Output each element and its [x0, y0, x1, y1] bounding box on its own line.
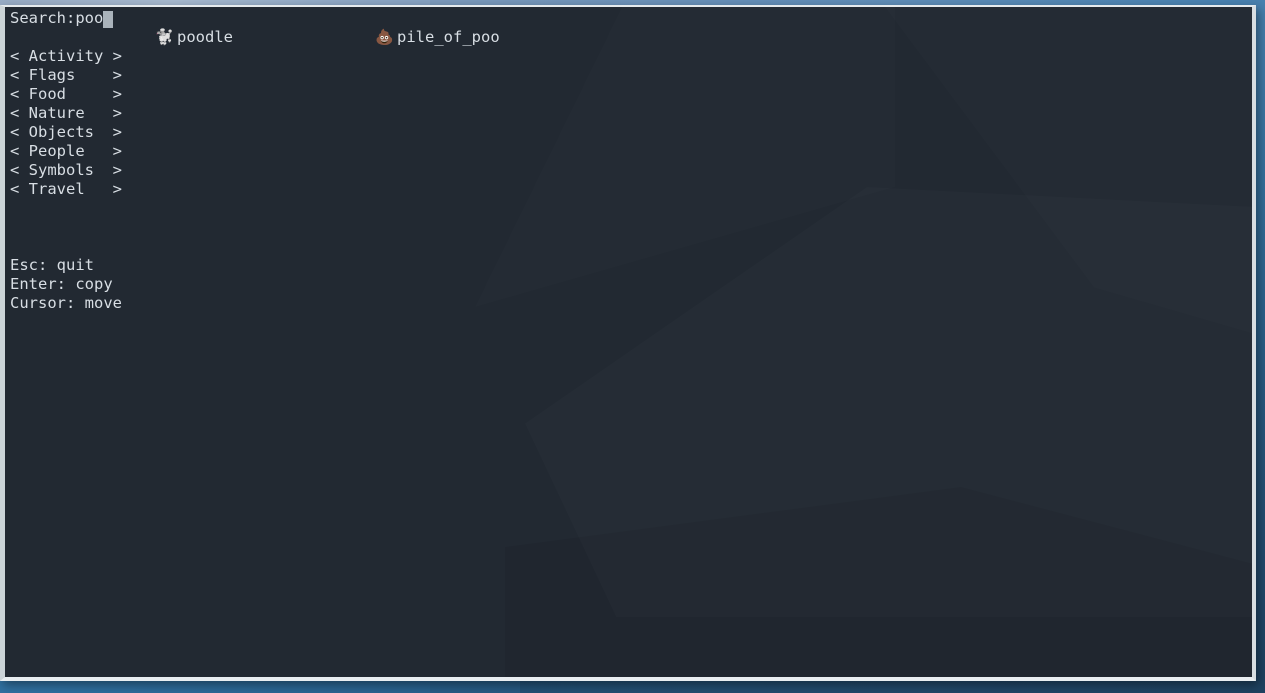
terminal-bg-facet-3 [505, 487, 1252, 677]
search-results-row: 🐩 poodle 💩 pile_of_poo [10, 28, 1252, 47]
help-row-copy: Enter: copy [10, 275, 113, 293]
category-row-flags[interactable]: < Flags > [10, 66, 1252, 85]
category-row-nature[interactable]: < Nature > [10, 104, 1252, 123]
help-row-quit: Esc: quit [10, 256, 94, 274]
search-label: Search: [10, 9, 76, 27]
result-item-pile-of-poo[interactable]: 💩 pile_of_poo [375, 28, 500, 47]
blank-row-2 [10, 218, 1252, 237]
text-cursor [103, 11, 114, 28]
help-row-move: Cursor: move [10, 294, 122, 312]
category-row-objects[interactable]: < Objects > [10, 123, 1252, 142]
keybinding-help: Esc: quit Enter: copy Cursor: move [10, 256, 1252, 313]
category-row-symbols[interactable]: < Symbols > [10, 161, 1252, 180]
search-input[interactable]: poo [75, 9, 103, 28]
terminal-window[interactable]: Search: poo 🐩 poodle 💩 pile_of_poo < Activ… [0, 5, 1256, 681]
pile-of-poo-emoji: 💩 [375, 28, 394, 46]
category-row-travel[interactable]: < Travel > [10, 180, 1252, 199]
search-row[interactable]: Search: poo [10, 9, 1252, 28]
result-item-poodle[interactable]: 🐩 poodle [155, 28, 233, 47]
category-row-food[interactable]: < Food > [10, 85, 1252, 104]
terminal-screen[interactable]: Search: poo 🐩 poodle 💩 pile_of_poo < Activ… [5, 7, 1252, 677]
emoji-picker-tui: Search: poo 🐩 poodle 💩 pile_of_poo < Activ… [10, 9, 1252, 313]
blank-row-1 [10, 199, 1252, 218]
poodle-emoji: 🐩 [155, 28, 174, 46]
result-label: pile_of_poo [397, 28, 500, 46]
blank-row-3 [10, 237, 1252, 256]
category-row-activity[interactable]: < Activity > [10, 47, 1252, 66]
category-list: < Activity > < Flags > < Food > < Nature… [10, 47, 1252, 199]
category-row-people[interactable]: < People > [10, 142, 1252, 161]
result-label: poodle [177, 28, 233, 46]
